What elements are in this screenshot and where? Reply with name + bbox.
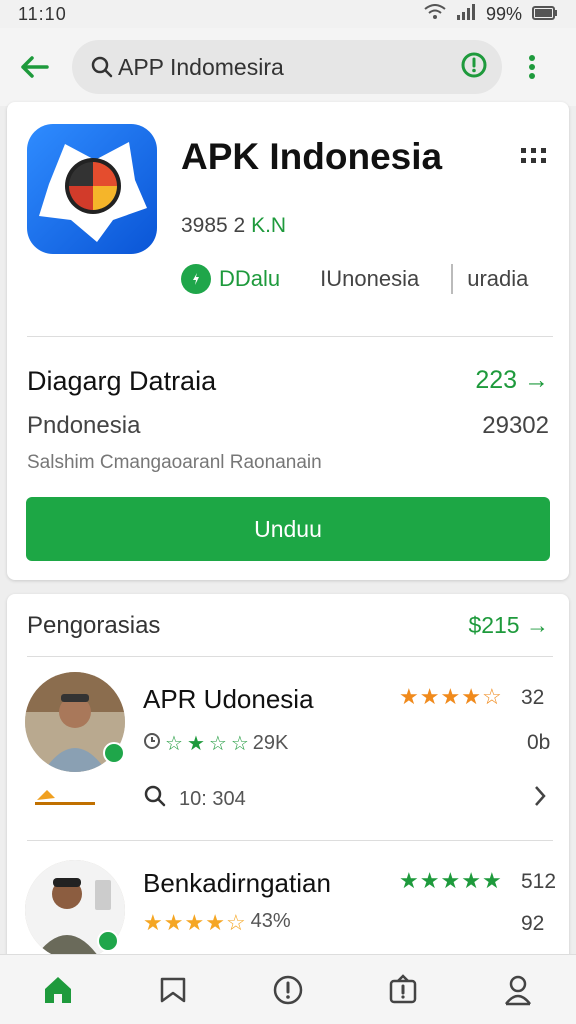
back-button[interactable] bbox=[4, 37, 64, 97]
reviewer-name: Benkadirngatian bbox=[143, 868, 331, 898]
bottom-navigation bbox=[0, 954, 576, 1024]
details-title: Diagarg Datraia bbox=[27, 366, 217, 396]
reviews-card: Pengorasias $215 → APR Udonesia ★ ★ ★ ★ … bbox=[7, 594, 569, 964]
details-count: 223 bbox=[475, 366, 518, 394]
battery-icon bbox=[532, 4, 558, 25]
more-vert-icon bbox=[529, 55, 535, 79]
reviews-header: Pengorasias bbox=[27, 612, 161, 639]
star-icon: ★ bbox=[461, 868, 481, 893]
details-description: Salshim Cmangaoaranl Raonanain bbox=[27, 452, 322, 473]
profile-icon bbox=[505, 975, 532, 1005]
reviews-link[interactable]: $215 → bbox=[468, 612, 549, 639]
arrow-right-icon: → bbox=[524, 366, 549, 394]
star-outline-icon: ☆ bbox=[481, 684, 502, 709]
app-logo-icon bbox=[39, 142, 147, 242]
region-tag[interactable]: IUnonesia bbox=[320, 266, 419, 292]
star-icon: ★ bbox=[440, 684, 461, 709]
review-right-value: 92 bbox=[521, 912, 545, 935]
reviews-link-value: $215 bbox=[468, 612, 520, 638]
status-badge bbox=[97, 930, 119, 952]
info-icon bbox=[273, 975, 303, 1004]
download-count-unit: K.N bbox=[251, 214, 287, 237]
verified-icon bbox=[181, 264, 211, 294]
signal-icon bbox=[456, 3, 476, 25]
app-tags: DDalu IUnonesia uradia bbox=[181, 264, 528, 294]
star-icon: ★ bbox=[481, 868, 502, 893]
search-bar[interactable]: APP Indomesira bbox=[72, 40, 502, 94]
divider bbox=[27, 336, 553, 337]
battery-level: 99% bbox=[485, 3, 522, 24]
divider bbox=[27, 840, 553, 841]
app-options-button[interactable] bbox=[519, 144, 549, 168]
review-sub-rating: ☆ ★ ☆ ☆ 29K bbox=[143, 731, 288, 756]
star-outline-icon: ☆ bbox=[165, 733, 183, 755]
alert-circle-icon bbox=[461, 52, 487, 77]
back-arrow-icon bbox=[21, 56, 49, 78]
rating-stars: ★ ★ ★ ★ ☆ bbox=[399, 684, 502, 710]
bookmark-icon bbox=[160, 977, 186, 1002]
star-outline-icon: ☆ bbox=[230, 733, 249, 755]
status-badge bbox=[103, 742, 125, 764]
home-icon bbox=[44, 976, 71, 1003]
reviewer-name: APR Udonesia bbox=[143, 684, 314, 714]
chevron-right-icon[interactable] bbox=[533, 784, 547, 813]
voice-search-button[interactable] bbox=[460, 51, 488, 84]
star-icon: ★ bbox=[205, 910, 225, 935]
overflow-menu-button[interactable] bbox=[512, 37, 552, 97]
review-right-value: 0b bbox=[527, 731, 551, 754]
star-icon: ★ bbox=[461, 684, 481, 709]
download-count-value: 3985 2 bbox=[181, 214, 246, 237]
star-icon: ★ bbox=[186, 733, 205, 755]
nav-updates[interactable] bbox=[373, 960, 433, 1020]
rating-stars: ★ ★ ★ ★ ★ bbox=[399, 868, 502, 894]
star-icon: ★ bbox=[440, 868, 461, 893]
search-icon bbox=[91, 56, 113, 78]
star-icon: ★ bbox=[399, 868, 419, 893]
nav-profile[interactable] bbox=[488, 960, 548, 1020]
star-icon: ★ bbox=[399, 684, 419, 709]
clock-icon bbox=[143, 732, 161, 756]
top-app-bar: APP Indomesira bbox=[0, 28, 576, 106]
details-number: 29302 bbox=[482, 412, 549, 439]
review-meta-value: 10: 304 bbox=[179, 787, 246, 810]
star-icon: ★ bbox=[143, 910, 163, 935]
review-score: 512 bbox=[521, 870, 557, 893]
review-sub-score: 29K bbox=[252, 732, 289, 754]
clock: 11:10 bbox=[18, 3, 67, 24]
verified-tag[interactable]: DDalu bbox=[181, 264, 280, 294]
nav-bookmarks[interactable] bbox=[143, 960, 203, 1020]
review-meta: 10: 304 bbox=[143, 784, 246, 814]
search-query: APP Indomesira bbox=[118, 53, 284, 80]
details-subtitle: Pndonesia bbox=[27, 412, 141, 439]
brand-logo bbox=[31, 786, 99, 815]
status-bar: 11:10 99% bbox=[0, 0, 576, 28]
nav-home[interactable] bbox=[28, 960, 88, 1020]
star-icon: ★ bbox=[184, 910, 205, 935]
updates-icon bbox=[389, 973, 417, 1003]
star-outline-icon: ☆ bbox=[225, 910, 246, 935]
star-outline-icon: ☆ bbox=[208, 733, 227, 755]
star-icon: ★ bbox=[419, 684, 440, 709]
review-sub-score: 43% bbox=[250, 910, 291, 932]
star-icon: ★ bbox=[419, 868, 440, 893]
wifi-icon bbox=[424, 3, 446, 25]
grid-dots-icon bbox=[521, 148, 546, 163]
search-icon bbox=[143, 784, 167, 814]
review-score: 32 bbox=[521, 686, 545, 709]
rating-stars-secondary: ★ ★ ★ ★ ☆ 43% bbox=[143, 910, 291, 936]
language-tag[interactable]: uradia bbox=[467, 266, 528, 292]
app-title: APK Indonesia bbox=[181, 136, 443, 177]
arrow-right-icon: → bbox=[526, 612, 549, 638]
star-icon: ★ bbox=[163, 910, 184, 935]
details-link[interactable]: 223 → bbox=[475, 366, 549, 395]
status-icons: 99% bbox=[424, 3, 558, 25]
nav-info[interactable] bbox=[258, 960, 318, 1020]
tag-divider bbox=[451, 264, 454, 294]
download-count: 3985 2 K.N bbox=[181, 214, 286, 238]
app-icon bbox=[27, 124, 157, 254]
install-button[interactable]: Unduu bbox=[26, 497, 550, 561]
divider bbox=[27, 656, 553, 657]
verified-label: DDalu bbox=[219, 266, 281, 291]
app-details-card: APK Indonesia 3985 2 K.N DDalu IUnonesia… bbox=[7, 102, 569, 580]
